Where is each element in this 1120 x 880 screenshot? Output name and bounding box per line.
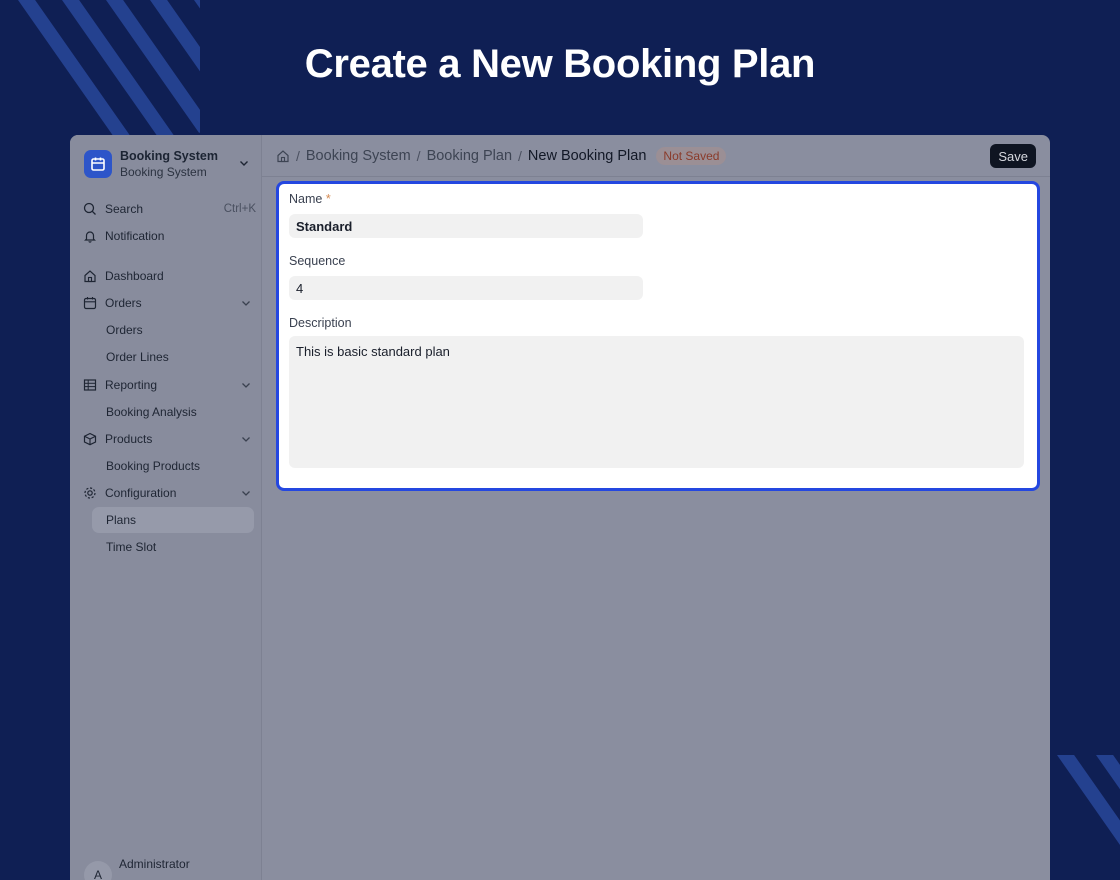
sidebar: Booking System Booking System Search Ctr… — [70, 135, 262, 880]
description-field[interactable]: This is basic standard plan — [289, 336, 1024, 468]
app-switcher[interactable]: Booking System Booking System — [84, 147, 252, 181]
bell-icon — [82, 228, 98, 244]
sequence-field-label: Sequence — [289, 254, 346, 268]
chevron-down-icon[interactable] — [240, 433, 252, 445]
booking-plan-form: Name * Sequence Description This is basi… — [276, 181, 1040, 491]
app-subtitle: Booking System — [120, 165, 207, 179]
decorative-stripes-bottom-right — [1040, 755, 1120, 880]
sidebar-subitem-time-slot[interactable]: Time Slot — [106, 535, 156, 559]
sidebar-subitem-orders[interactable]: Orders — [106, 318, 143, 342]
breadcrumb-separator: / — [518, 147, 522, 164]
user-name: Administrator — [119, 857, 190, 871]
chevron-down-icon[interactable] — [240, 379, 252, 391]
sidebar-notification[interactable]: Notification — [82, 224, 254, 248]
description-field-label: Description — [289, 316, 352, 330]
status-badge: Not Saved — [656, 146, 727, 165]
sidebar-item-label: Dashboard — [105, 269, 164, 283]
app-window: Booking System Booking System Search Ctr… — [70, 135, 1050, 880]
save-button[interactable]: Save — [990, 144, 1036, 168]
name-field[interactable] — [289, 214, 643, 238]
app-name: Booking System — [120, 149, 218, 163]
breadcrumb-item[interactable]: Booking System — [306, 148, 411, 164]
sidebar-item-label: Configuration — [105, 486, 177, 500]
sequence-field[interactable] — [289, 276, 643, 300]
search-shortcut: Ctrl+K — [223, 203, 256, 215]
required-mark: * — [325, 192, 331, 206]
name-label-text: Name — [289, 192, 323, 206]
sidebar-item-reporting[interactable]: Reporting — [82, 373, 254, 397]
sidebar-item-orders[interactable]: Orders — [82, 291, 254, 315]
chevron-down-icon — [238, 156, 250, 174]
sidebar-search[interactable]: Search Ctrl+K — [82, 197, 256, 221]
user-menu[interactable]: A Administrator — [84, 857, 190, 880]
sidebar-notification-label: Notification — [105, 229, 165, 243]
chevron-down-icon[interactable] — [240, 297, 252, 309]
gear-icon — [82, 485, 98, 501]
sidebar-subitem-plans[interactable]: Plans — [106, 508, 136, 532]
home-icon — [82, 268, 98, 284]
breadcrumb-separator: / — [296, 147, 300, 164]
sidebar-item-products[interactable]: Products — [82, 427, 254, 451]
calendar-logo-icon — [84, 150, 112, 178]
breadcrumb-item[interactable]: Booking Plan — [427, 148, 512, 164]
sidebar-item-label: Reporting — [105, 378, 158, 392]
home-icon[interactable] — [276, 149, 290, 163]
page-headline: Create a New Booking Plan — [304, 42, 816, 86]
sidebar-subitem-order-lines[interactable]: Order Lines — [106, 345, 169, 369]
search-icon — [82, 201, 98, 217]
table-icon — [82, 377, 98, 393]
sidebar-item-dashboard[interactable]: Dashboard — [82, 264, 254, 288]
breadcrumb-separator: / — [416, 147, 421, 164]
sidebar-item-configuration[interactable]: Configuration — [82, 481, 254, 505]
sidebar-item-label: Products — [105, 432, 153, 446]
avatar: A — [84, 861, 112, 880]
sidebar-search-label: Search — [105, 202, 144, 216]
sidebar-subitem-booking-analysis[interactable]: Booking Analysis — [106, 400, 197, 424]
chevron-down-icon[interactable] — [240, 487, 252, 499]
calendar-icon — [82, 295, 98, 311]
topbar: / Booking System / Booking Plan / New Bo… — [262, 135, 1050, 177]
sidebar-item-label: Orders — [105, 296, 142, 310]
box-icon — [82, 431, 98, 447]
name-field-label: Name * — [289, 192, 331, 206]
sidebar-subitem-booking-products[interactable]: Booking Products — [106, 454, 200, 478]
breadcrumb-current: New Booking Plan — [527, 147, 647, 164]
